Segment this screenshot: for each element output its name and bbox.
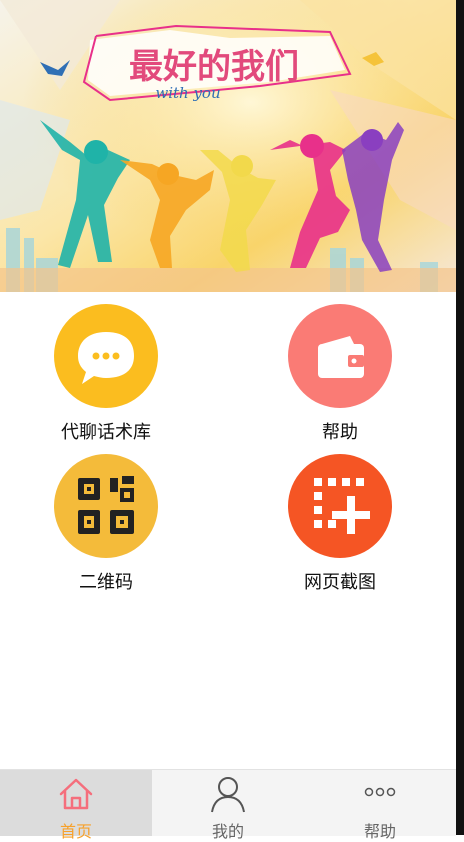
menu-label: 代聊话术库 [61, 422, 151, 443]
user-icon [211, 777, 245, 813]
tab-label: 首页 [59, 822, 92, 841]
tab-mine[interactable]: 我的 [152, 770, 304, 841]
screen-edge [456, 0, 464, 835]
menu-label: 帮助 [322, 422, 358, 443]
tab-home[interactable]: 首页 [0, 770, 152, 841]
banner-illustration: 最好的我们 with you [0, 0, 456, 292]
hero-banner: 最好的我们 with you [0, 0, 456, 292]
menu-item-qr-code[interactable]: 二维码 [26, 454, 186, 594]
menu-item-chat-scripts[interactable]: 代聊话术库 [26, 304, 186, 444]
screenshot-add-icon [288, 454, 392, 558]
wallet-icon [288, 304, 392, 408]
more-dots-icon [364, 787, 396, 797]
banner-title: 最好的我们 [129, 47, 299, 87]
menu-item-web-screenshot[interactable]: 网页截图 [260, 454, 420, 594]
qr-code-icon [54, 454, 158, 558]
chat-bubble-icon [54, 304, 158, 408]
menu-label: 二维码 [79, 572, 133, 593]
menu-item-help[interactable]: 帮助 [260, 304, 420, 444]
tab-label: 我的 [211, 822, 244, 841]
tab-help[interactable]: 帮助 [304, 770, 456, 841]
home-icon [59, 778, 93, 810]
menu-label: 网页截图 [304, 572, 376, 593]
banner-subtitle: with you [155, 84, 220, 102]
bottom-tab-bar: 首页 我的 帮助 [0, 769, 456, 841]
tab-label: 帮助 [363, 822, 396, 841]
